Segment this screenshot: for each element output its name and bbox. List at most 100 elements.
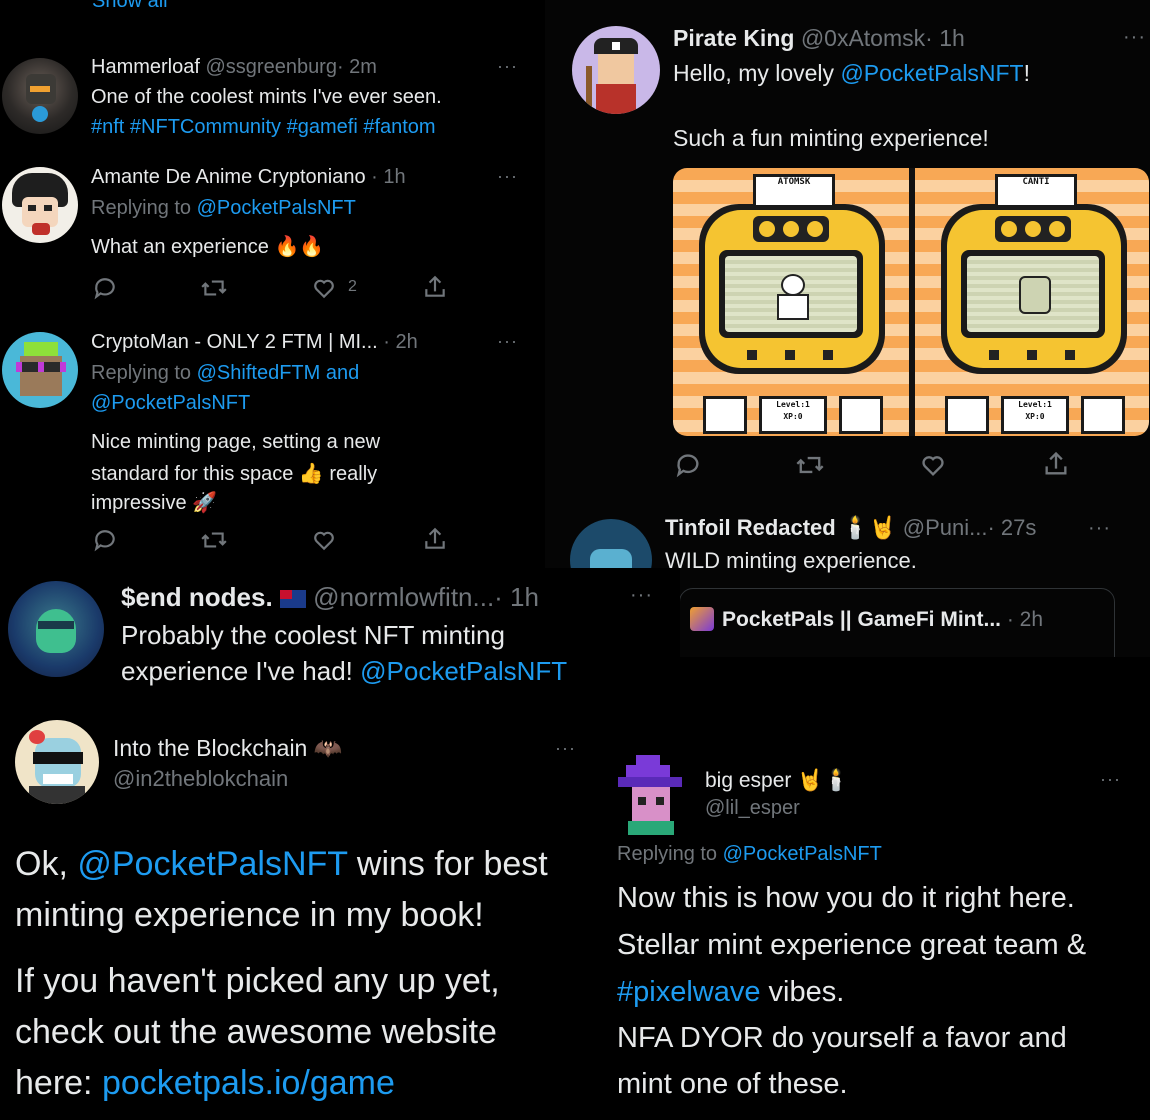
display-name[interactable]: Tinfoil Redacted	[665, 515, 836, 540]
retweet-icon[interactable]	[795, 451, 825, 479]
tweet-text-line: here: pocketpals.io/game	[15, 1064, 395, 1103]
more-icon[interactable]: ···	[630, 584, 653, 607]
retweet-icon[interactable]	[200, 527, 228, 553]
tweet-text-part: wins for best	[356, 845, 548, 883]
device-level: Level:1	[776, 400, 810, 409]
tweet-text-part: really	[329, 463, 378, 485]
share-icon[interactable]	[1042, 450, 1070, 478]
tweet-text-line: standard for this space 👍 really	[91, 461, 377, 486]
user-handle[interactable]: @0xAtomsk	[801, 25, 925, 51]
quoted-tweet[interactable]: PocketPals || GameFi Mint... · 2h	[679, 588, 1115, 657]
avatar[interactable]	[15, 720, 99, 804]
mention-link[interactable]: @PocketPalsNFT	[91, 392, 250, 415]
tweet-text-line: NFA DYOR do yourself a favor and	[617, 1022, 1067, 1054]
tweet-text-line: If you haven't picked any up yet,	[15, 962, 500, 1000]
thumbs-up-emoji: 👍	[298, 463, 324, 485]
avatar[interactable]	[572, 26, 660, 114]
rock-on-emoji: 🤘🕯️	[797, 769, 850, 792]
tweet-text-part: here:	[15, 1064, 93, 1102]
replying-prefix: Replying to	[91, 197, 192, 219]
mention-link[interactable]: @PocketPalsNFT	[723, 843, 882, 865]
quote-timestamp: · 2h	[1006, 608, 1044, 631]
tweet-text-line: Stellar mint experience great team &	[617, 929, 1087, 961]
mention-link[interactable]: @PocketPalsNFT	[360, 656, 567, 686]
replying-to: Replying to @ShiftedFTM and	[91, 362, 359, 385]
blockchain-panel: Into the Blockchain 🦇 @in2theblokchain ·…	[0, 700, 600, 1120]
reply-icon[interactable]	[92, 527, 118, 553]
more-icon[interactable]: ···	[1088, 517, 1111, 540]
replying-to: Replying to @PocketPalsNFT	[91, 197, 356, 220]
pocketpal-device-right: CANTI Level:1 XP:0	[915, 168, 1149, 436]
user-handle[interactable]: @normlowfitn...	[313, 582, 494, 612]
timestamp: · 2m	[336, 56, 377, 78]
share-icon[interactable]	[422, 526, 448, 552]
avatar[interactable]	[2, 58, 78, 134]
more-icon[interactable]: ···	[497, 56, 518, 77]
mention-link[interactable]: @PocketPalsNFT	[840, 60, 1023, 86]
tweet-text-part: Ok,	[15, 845, 68, 883]
more-icon[interactable]: ···	[497, 331, 518, 352]
more-icon[interactable]: ···	[497, 166, 518, 187]
show-all-link[interactable]: Show all	[92, 0, 168, 13]
timestamp: · 1h	[494, 582, 539, 612]
tweet-text-line: #pixelwave vibes.	[617, 976, 844, 1009]
quote-header: PocketPals || GameFi Mint... · 2h	[722, 608, 1043, 632]
tweet-text-line: impressive 🚀	[91, 490, 217, 515]
device-label: ATOMSK	[777, 177, 811, 187]
like-icon[interactable]	[311, 527, 337, 553]
more-icon[interactable]: ···	[1123, 26, 1146, 49]
mention-link[interactable]: @ShiftedFTM and	[197, 362, 360, 384]
like-icon[interactable]	[919, 451, 947, 479]
user-handle[interactable]: @lil_esper	[705, 797, 800, 820]
hashtag-link[interactable]: #pixelwave	[617, 976, 760, 1008]
display-name[interactable]: Amante De Anime Cryptoniano	[91, 166, 366, 188]
tweet-text-line: check out the awesome website	[15, 1013, 497, 1051]
tweet-header: Amante De Anime Cryptoniano · 1h	[91, 166, 406, 189]
media-image[interactable]: ATOMSK Level:1 XP:0 CANTI Level:1 XP:0	[673, 168, 1149, 436]
device-xp: XP:0	[1025, 412, 1045, 421]
retweet-icon[interactable]	[200, 275, 228, 301]
tweet-text-content: What an experience	[91, 236, 269, 258]
tweet-header: Into the Blockchain 🦇	[113, 735, 342, 762]
display-name[interactable]: Pirate King	[673, 25, 794, 51]
reply-icon[interactable]	[674, 451, 702, 479]
mention-link[interactable]: @PocketPalsNFT	[77, 845, 347, 883]
user-handle[interactable]: @in2theblokchain	[113, 766, 288, 792]
more-icon[interactable]: ···	[1100, 769, 1121, 790]
avatar[interactable]	[2, 167, 78, 243]
tweet-text: WILD minting experience.	[665, 548, 917, 573]
replying-prefix: Replying to	[91, 362, 192, 384]
avatar[interactable]	[618, 755, 688, 835]
display-name[interactable]: Into the Blockchain	[113, 735, 307, 761]
more-icon[interactable]: ···	[555, 738, 576, 759]
tweet-text-part: Hello, my lovely	[673, 60, 835, 86]
quote-avatar	[690, 607, 714, 631]
esper-panel: big esper 🤘🕯️ @lil_esper ··· Replying to…	[600, 745, 1150, 1120]
candle-emoji: 🕯️🤘	[841, 515, 897, 540]
tweet-text: Such a fun minting experience!	[673, 125, 989, 151]
tweet-text-line: Ok, @PocketPalsNFT wins for best	[15, 845, 548, 884]
timestamp: · 1h	[371, 166, 406, 188]
share-icon[interactable]	[422, 274, 448, 300]
australia-flag-icon	[279, 590, 306, 609]
display-name[interactable]: CryptoMan - ONLY 2 FTM | MI...	[91, 331, 378, 353]
tweet-header: CryptoMan - ONLY 2 FTM | MI... · 2h	[91, 331, 418, 354]
tweet-text: One of the coolest mints I've ever seen.	[91, 86, 442, 108]
user-handle[interactable]: @ssgreenburg	[205, 56, 336, 78]
display-name[interactable]: big esper	[705, 769, 791, 792]
hashtags[interactable]: #nft #NFTCommunity #gamefi #fantom	[91, 116, 436, 139]
timestamp: · 2h	[383, 331, 418, 353]
reply-icon[interactable]	[92, 275, 118, 301]
website-link[interactable]: pocketpals.io/game	[102, 1064, 395, 1102]
like-count: 2	[348, 278, 357, 295]
avatar[interactable]	[8, 581, 104, 677]
avatar[interactable]	[2, 332, 78, 408]
timestamp: · 1h	[925, 25, 965, 51]
like-icon[interactable]	[311, 275, 337, 301]
mention-link[interactable]: @PocketPalsNFT	[197, 197, 356, 219]
user-handle[interactable]: @Puni...	[903, 515, 988, 540]
tweet-text-line: Now this is how you do it right here.	[617, 882, 1075, 914]
display-name[interactable]: Hammerloaf	[91, 56, 200, 78]
quote-display-name: PocketPals || GameFi Mint...	[722, 608, 1001, 631]
display-name[interactable]: $end nodes.	[121, 582, 273, 612]
